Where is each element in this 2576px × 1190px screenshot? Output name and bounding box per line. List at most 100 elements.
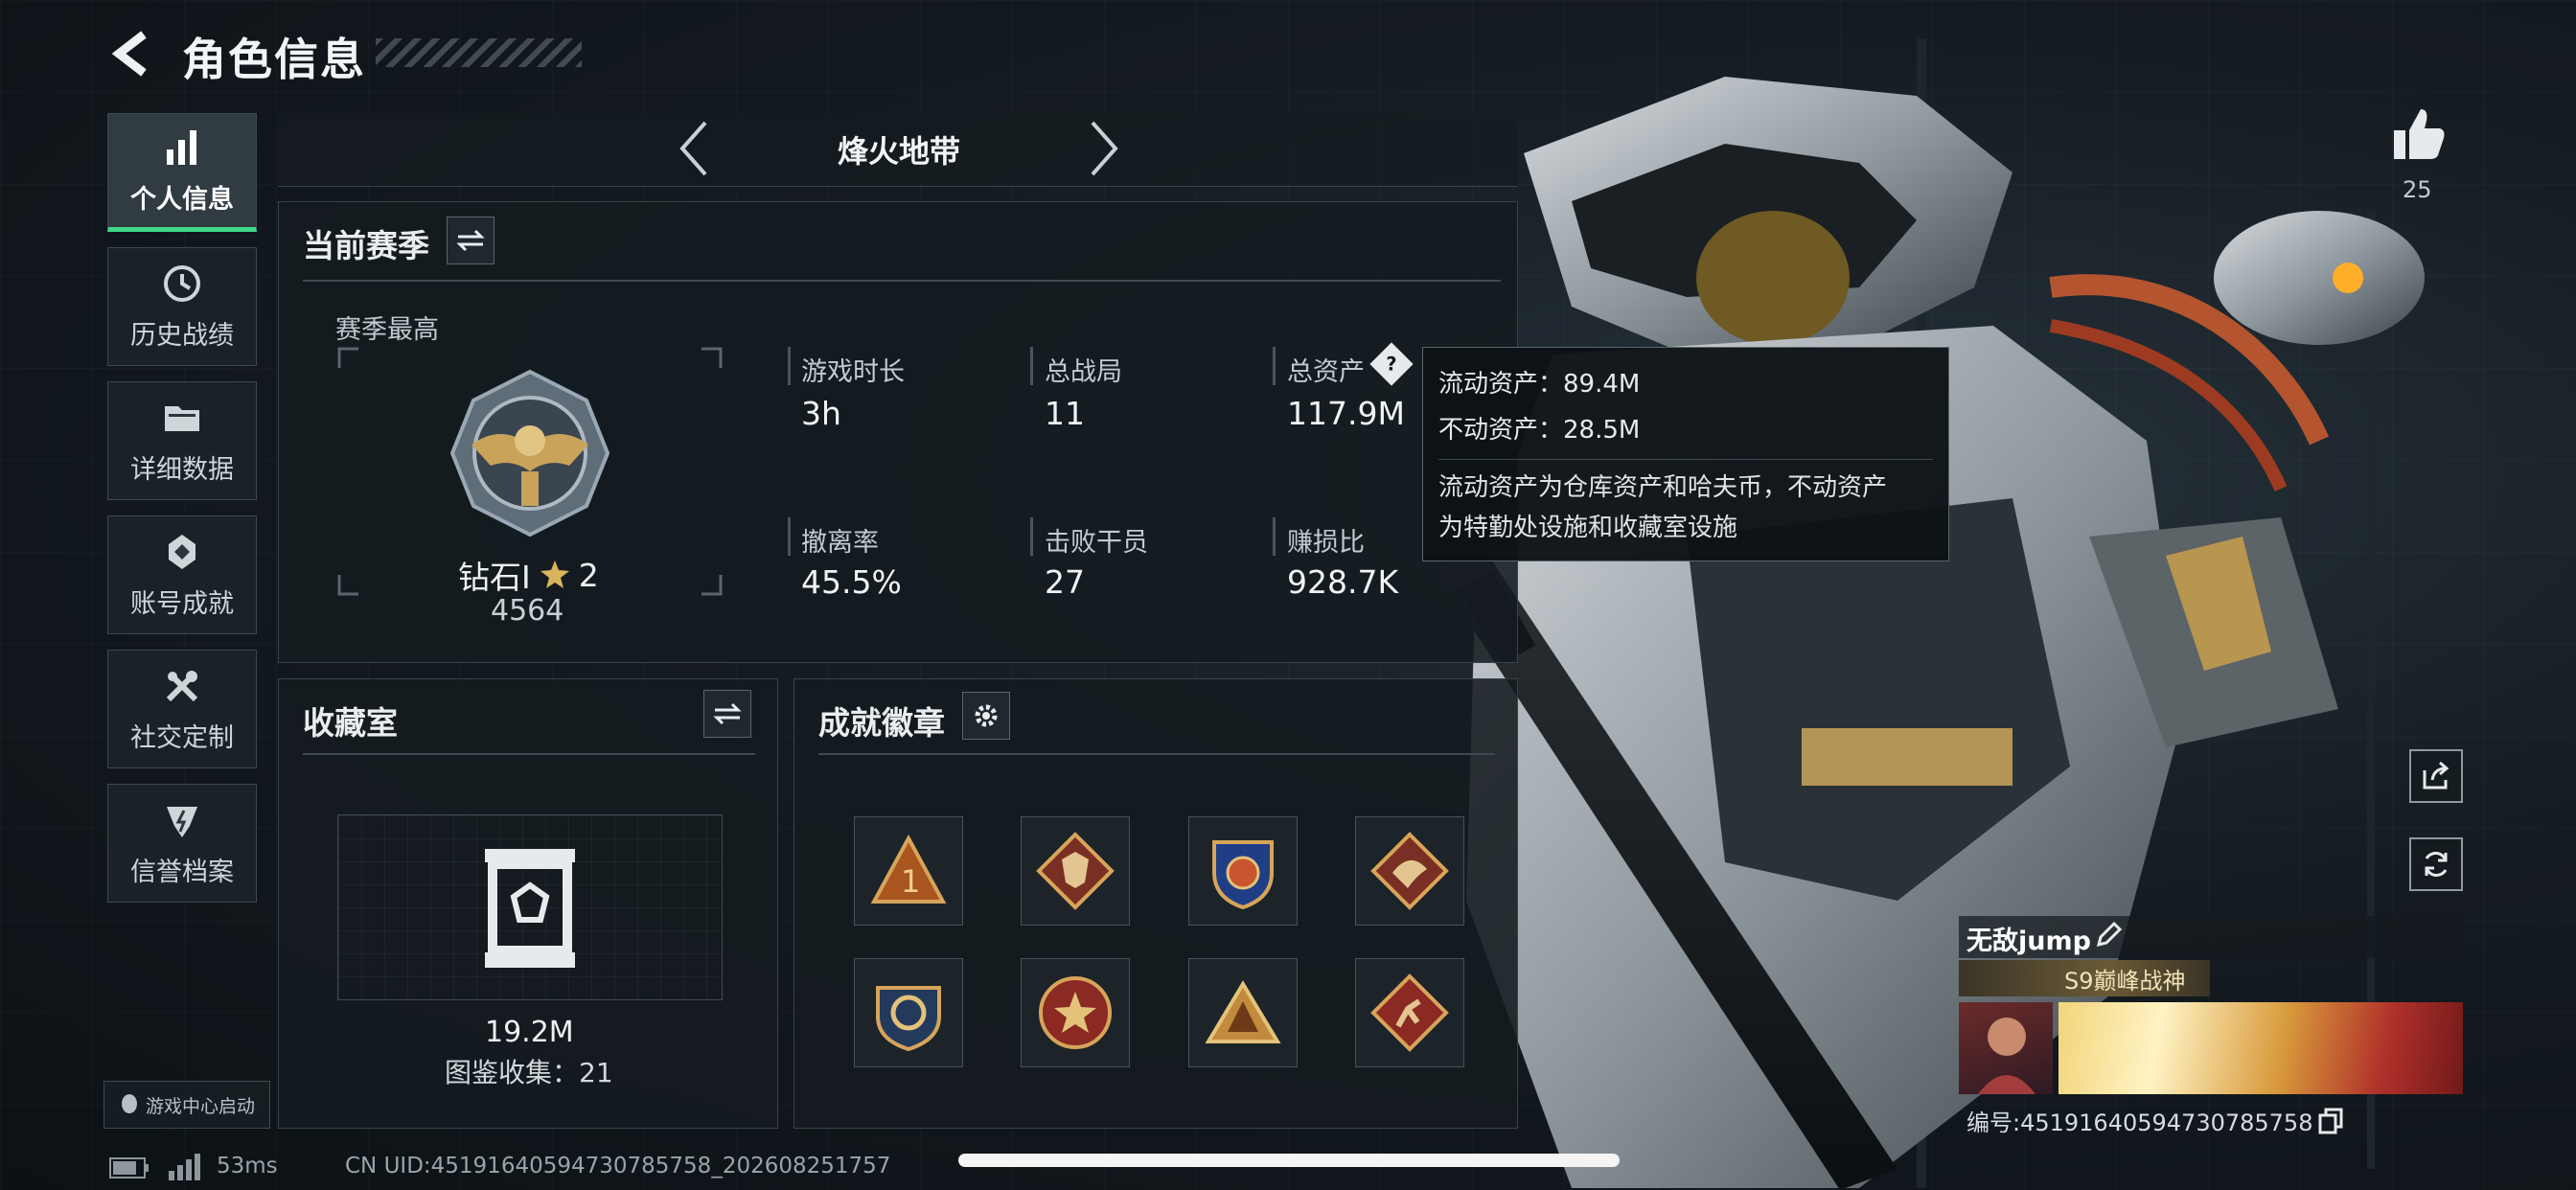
star-badge-icon: [1039, 976, 1112, 1049]
anchor-badge-icon: [876, 986, 941, 1052]
player-banner[interactable]: [2058, 1002, 2463, 1094]
player-id: 编号:451916405947307857​58: [1966, 1110, 2313, 1136]
rank-score: 4564: [491, 594, 564, 628]
badge-slot-1[interactable]: 1: [854, 816, 963, 926]
swap-icon: [713, 702, 742, 725]
home-indicator[interactable]: [958, 1154, 1620, 1167]
player-id-row: 编号:451916405947307857​58: [1966, 1104, 2343, 1137]
next-mode-arrow-icon[interactable]: [1087, 119, 1121, 178]
launcher-label: 游戏中心启动: [145, 1095, 255, 1117]
badge-slot-8[interactable]: [1355, 958, 1464, 1067]
bar-chart-icon: [167, 129, 196, 165]
tooltip-desc-line2: 为特勤处设施和收藏室设施: [1438, 514, 1738, 542]
stat-divider: [1273, 347, 1276, 385]
sidebar-item-credit[interactable]: 信誉档案: [107, 784, 257, 903]
game-center-launcher[interactable]: 游戏中心启动: [104, 1081, 270, 1129]
tooltip-desc-line1: 流动资产为仓库资产和哈夫币，不动资产: [1438, 473, 1888, 502]
signal-icon: [169, 1154, 200, 1180]
share-icon: [2423, 761, 2450, 790]
stat-divider: [788, 517, 791, 556]
collection-switch-button[interactable]: [703, 690, 751, 738]
svg-text:1: 1: [901, 863, 920, 900]
diamond-rank-emblem-icon: [449, 369, 610, 538]
achievements-divider: [818, 753, 1495, 755]
badge-slot-4[interactable]: [1355, 816, 1464, 926]
stat-label-extract-rate: 撤离率: [801, 528, 879, 558]
folder-icon: [165, 405, 199, 431]
refresh-button[interactable]: [2409, 837, 2463, 891]
season-best-label: 赛季最高: [335, 315, 439, 345]
collection-catalog: 图鉴收集：21: [445, 1057, 613, 1088]
avatar-figure: [1978, 1018, 2036, 1094]
stat-label-assets: 总资产: [1287, 357, 1365, 387]
stat-value-playtime: 3h: [801, 395, 841, 432]
sidebar-item-achievements[interactable]: 账号成就: [107, 515, 257, 634]
tooltip-description: 流动资产为仓库资产和哈夫币，不动资产 为特勤处设施和收藏室设施: [1438, 459, 1933, 548]
rank-stars: 2: [578, 556, 599, 594]
dragon-badge-icon: [1370, 832, 1449, 910]
ping-value: 53ms: [217, 1154, 278, 1179]
title-stripe-decoration: [376, 38, 582, 67]
stat-label-profit-ratio: 赚损比: [1287, 528, 1365, 558]
sidebar-item-social[interactable]: 社交定制: [107, 650, 257, 768]
battery-icon: [109, 1157, 149, 1179]
collection-divider: [303, 753, 755, 755]
stat-divider: [788, 347, 791, 385]
stat-label-matches: 总战局: [1045, 357, 1122, 387]
star-icon: [540, 561, 569, 588]
share-button[interactable]: [2409, 749, 2463, 803]
uid-text: CN UID:45191640594730785758_202608251757: [345, 1154, 891, 1179]
stat-label-playtime: 游戏时长: [801, 357, 905, 387]
player-title: S9巅峰战神: [2064, 968, 2186, 995]
history-icon: [164, 264, 200, 302]
thumbs-up-icon[interactable]: [2392, 105, 2446, 163]
asset-tooltip: 流动资产：89.4M 不动资产：28.5M 流动资产为仓库资产和哈夫币，不动资产…: [1422, 347, 1949, 561]
wolf-badge-icon: [1036, 832, 1115, 910]
season-divider: [303, 280, 1501, 282]
sidebar-item-label: 信誉档案: [130, 857, 234, 887]
badge-slot-3[interactable]: [1188, 816, 1298, 926]
player-avatar[interactable]: [1959, 1002, 2053, 1094]
credit-icon: [167, 806, 197, 837]
tooltip-fixed-assets: 不动资产：28.5M: [1438, 416, 1641, 445]
stat-value-extract-rate: 45.5%: [801, 563, 902, 601]
qq-icon: [121, 1094, 137, 1113]
stat-value-kills: 27: [1045, 563, 1085, 601]
sidebar-item-personal-info[interactable]: 个人信息: [107, 113, 257, 232]
edit-name-icon[interactable]: [2095, 920, 2124, 949]
tools-icon: [166, 670, 198, 701]
sidebar-item-label: 详细数据: [130, 454, 234, 485]
stat-label-kills: 击败干员: [1045, 528, 1148, 558]
stat-value-matches: 11: [1045, 395, 1085, 432]
shield-badge-icon: [1212, 840, 1274, 910]
mode-name: 烽火地带: [838, 133, 961, 170]
triangle-badge-icon: 1: [870, 834, 947, 904]
page-title: 角色信息: [182, 34, 366, 85]
badge-slot-5[interactable]: [854, 958, 963, 1067]
like-count: 25: [2403, 176, 2432, 203]
badge-slot-2[interactable]: [1021, 816, 1130, 926]
sidebar-item-details[interactable]: 详细数据: [107, 381, 257, 500]
rank-line: 钻石Ⅰ 2: [458, 552, 599, 598]
achievements-settings-button[interactable]: [962, 692, 1010, 740]
player-name: 无敌jump: [1966, 927, 2091, 956]
runner-badge-icon: [1370, 973, 1449, 1052]
stat-divider: [1273, 517, 1276, 556]
stat-divider: [1030, 347, 1033, 385]
sidebar-item-label: 历史战绩: [130, 320, 234, 351]
prev-mode-arrow-icon[interactable]: [677, 119, 711, 178]
copy-icon[interactable]: [2318, 1108, 2343, 1134]
sidebar-item-history[interactable]: 历史战绩: [107, 247, 257, 366]
stat-value-assets: 117.9M: [1287, 395, 1405, 432]
badge-slot-7[interactable]: [1188, 958, 1298, 1067]
sidebar-item-label: 个人信息: [130, 184, 234, 215]
back-arrow-icon[interactable]: [107, 29, 157, 79]
pyramid-badge-icon: [1205, 980, 1281, 1043]
collection-value: 19.2M: [485, 1016, 574, 1049]
collection-title: 收藏室: [303, 704, 398, 742]
sidebar-item-label: 社交定制: [130, 722, 234, 753]
badge-slot-6[interactable]: [1021, 958, 1130, 1067]
season-panel-title: 当前赛季: [303, 227, 429, 264]
display-case-icon: [485, 849, 575, 968]
season-switch-button[interactable]: [447, 217, 494, 264]
